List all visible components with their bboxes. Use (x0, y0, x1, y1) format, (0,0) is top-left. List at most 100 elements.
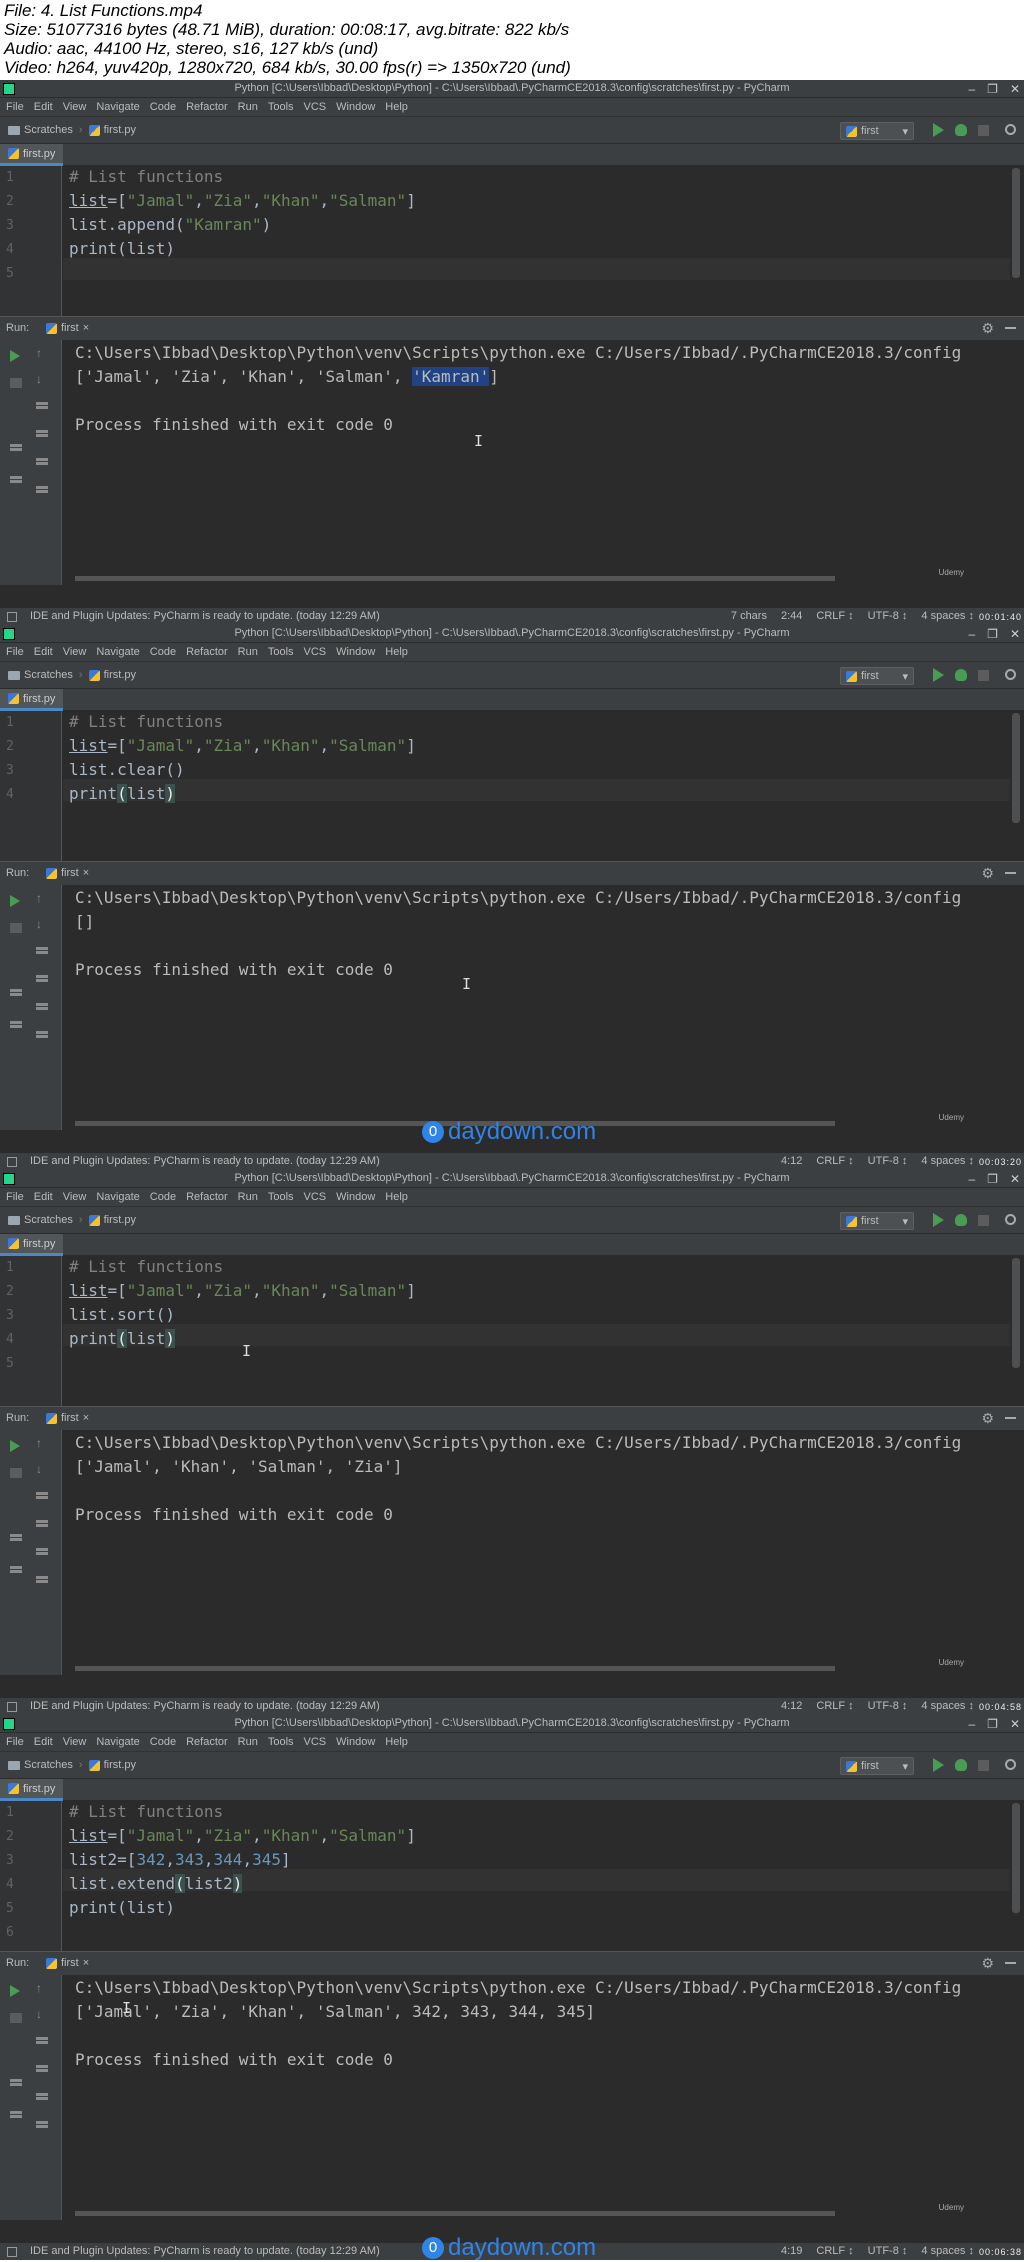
status-indent[interactable]: 4 spaces ↕ (921, 1700, 974, 1712)
run-config-select[interactable]: first ▾ (840, 1212, 914, 1230)
tab-first-py[interactable]: first.py (0, 1234, 64, 1256)
pin-icon[interactable] (10, 1566, 22, 1569)
menu-tools[interactable]: Tools (268, 101, 294, 113)
run-config-select[interactable]: first ▾ (840, 122, 914, 140)
stop-icon[interactable] (10, 2013, 22, 2023)
menu-navigate[interactable]: Navigate (96, 1736, 139, 1748)
code-editor[interactable]: 1 2 3 4 # List functions list=["Jamal","… (0, 711, 1024, 861)
menu-help[interactable]: Help (385, 101, 408, 113)
layout-icon[interactable] (10, 2079, 22, 2082)
menu-view[interactable]: View (63, 1191, 87, 1203)
debug-icon[interactable] (955, 669, 967, 681)
status-encoding[interactable]: UTF-8 ↕ (868, 610, 908, 622)
menu-file[interactable]: File (6, 646, 24, 658)
tab-first-py[interactable]: first.py (0, 144, 64, 166)
menu-vcs[interactable]: VCS (304, 1736, 327, 1748)
run-console[interactable]: C:\Users\Ibbad\Desktop\Python\venv\Scrip… (63, 1430, 1024, 1675)
tab-first-py[interactable]: first.py (0, 1779, 64, 1801)
status-position[interactable]: 2:44 (781, 610, 802, 622)
gear-icon[interactable]: ⚙ (981, 866, 994, 880)
pin-icon[interactable] (10, 476, 22, 479)
print-icon[interactable] (36, 1003, 48, 1006)
breadcrumb-scratches[interactable]: Scratches (24, 1214, 73, 1226)
status-toggle-icon[interactable] (7, 1157, 17, 1167)
status-message[interactable]: IDE and Plugin Updates: PyCharm is ready… (30, 610, 380, 622)
restore-icon[interactable]: ❐ (987, 626, 998, 642)
stop-icon[interactable] (978, 125, 989, 136)
run-config-select[interactable]: first ▾ (840, 667, 914, 685)
debug-icon[interactable] (955, 124, 967, 136)
menu-edit[interactable]: Edit (34, 1191, 53, 1203)
status-toggle-icon[interactable] (7, 2247, 17, 2257)
menu-refactor[interactable]: Refactor (186, 1191, 228, 1203)
breadcrumb-scratches[interactable]: Scratches (24, 669, 73, 681)
restore-icon[interactable]: ❐ (987, 1716, 998, 1732)
down-arrow-icon[interactable]: ↓ (36, 373, 48, 385)
editor-scrollbar[interactable] (1012, 1803, 1020, 1913)
search-icon[interactable] (1005, 1759, 1016, 1770)
menu-navigate[interactable]: Navigate (96, 101, 139, 113)
menu-tools[interactable]: Tools (268, 1191, 294, 1203)
breadcrumb-file[interactable]: first.py (104, 669, 136, 681)
layout-icon[interactable] (10, 1534, 22, 1537)
wrap-icon[interactable] (36, 947, 48, 950)
gear-icon[interactable]: ⚙ (981, 1956, 994, 1970)
menu-file[interactable]: File (6, 1736, 24, 1748)
close-icon[interactable]: ✕ (1010, 81, 1020, 97)
layout-icon[interactable] (10, 444, 22, 447)
breadcrumb-scratches[interactable]: Scratches (24, 1759, 73, 1771)
stop-icon[interactable] (10, 1468, 22, 1478)
rerun-icon[interactable] (10, 1440, 20, 1452)
status-indent[interactable]: 4 spaces ↕ (921, 2245, 974, 2257)
stop-icon[interactable] (978, 1215, 989, 1226)
menu-code[interactable]: Code (150, 646, 176, 658)
menu-help[interactable]: Help (385, 1191, 408, 1203)
minimize-panel-icon[interactable] (1005, 872, 1016, 874)
code-editor[interactable]: 1 2 3 4 5 # List functions list=["Jamal"… (0, 166, 1024, 316)
status-line-sep[interactable]: CRLF ↕ (816, 2245, 853, 2257)
minimize-icon[interactable]: – (968, 1171, 975, 1187)
close-icon[interactable]: × (83, 322, 89, 334)
menu-run[interactable]: Run (238, 646, 258, 658)
menu-tools[interactable]: Tools (268, 1736, 294, 1748)
menu-file[interactable]: File (6, 101, 24, 113)
down-arrow-icon[interactable]: ↓ (36, 2008, 48, 2020)
run-tab[interactable]: first × (46, 1957, 89, 1969)
status-encoding[interactable]: UTF-8 ↕ (868, 1155, 908, 1167)
breadcrumb-scratches[interactable]: Scratches (24, 124, 73, 136)
search-icon[interactable] (1005, 669, 1016, 680)
menu-vcs[interactable]: VCS (304, 101, 327, 113)
close-icon[interactable]: × (83, 1957, 89, 1969)
gear-icon[interactable]: ⚙ (981, 1411, 994, 1425)
run-tab[interactable]: first × (46, 867, 89, 879)
editor-scrollbar[interactable] (1012, 168, 1020, 278)
status-toggle-icon[interactable] (7, 1702, 17, 1712)
up-arrow-icon[interactable]: ↑ (36, 1437, 48, 1449)
trash-icon[interactable] (36, 2121, 48, 2124)
minimize-panel-icon[interactable] (1005, 1417, 1016, 1419)
menu-refactor[interactable]: Refactor (186, 646, 228, 658)
up-arrow-icon[interactable]: ↑ (36, 892, 48, 904)
trash-icon[interactable] (36, 486, 48, 489)
status-indent[interactable]: 4 spaces ↕ (921, 610, 974, 622)
menu-navigate[interactable]: Navigate (96, 1191, 139, 1203)
status-position[interactable]: 4:12 (781, 1700, 802, 1712)
trash-icon[interactable] (36, 1031, 48, 1034)
menu-window[interactable]: Window (336, 646, 375, 658)
menu-run[interactable]: Run (238, 1191, 258, 1203)
print-icon[interactable] (36, 2093, 48, 2096)
tab-first-py[interactable]: first.py (0, 689, 64, 711)
trash-icon[interactable] (36, 1576, 48, 1579)
close-icon[interactable]: ✕ (1010, 626, 1020, 642)
editor-scrollbar[interactable] (1012, 1258, 1020, 1368)
scroll-end-icon[interactable] (36, 2065, 48, 2068)
close-icon[interactable]: × (83, 867, 89, 879)
run-tab[interactable]: first × (46, 322, 89, 334)
menu-help[interactable]: Help (385, 646, 408, 658)
editor-scrollbar[interactable] (1012, 713, 1020, 823)
wrap-icon[interactable] (36, 1492, 48, 1495)
layout-icon[interactable] (10, 989, 22, 992)
menu-tools[interactable]: Tools (268, 646, 294, 658)
minimize-icon[interactable]: – (968, 1716, 975, 1732)
search-icon[interactable] (1005, 124, 1016, 135)
